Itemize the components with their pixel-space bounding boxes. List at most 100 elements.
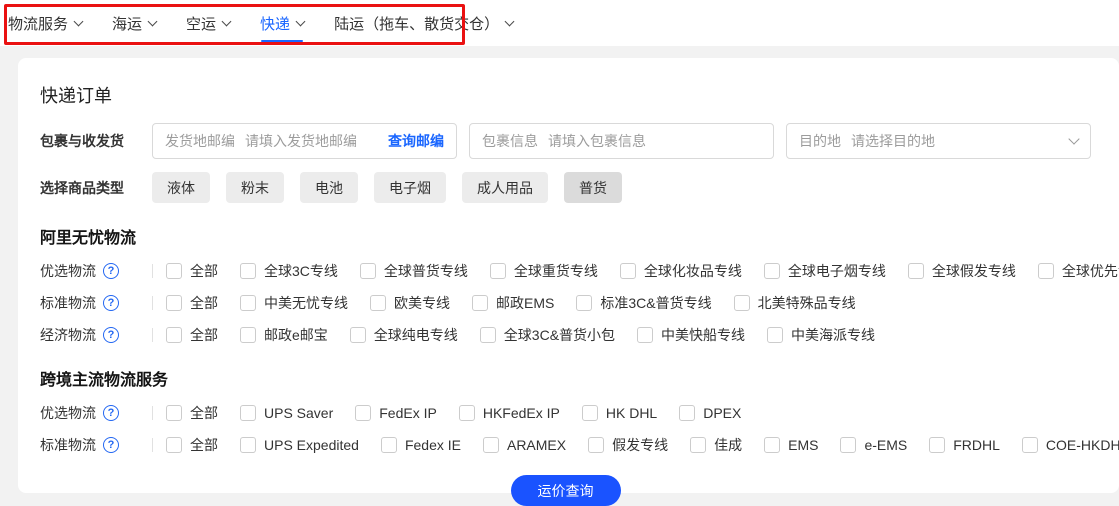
checkbox-item[interactable]: 全部 [166,293,218,313]
checkbox [582,405,598,421]
checkbox-label: 全球3C专线 [264,261,338,281]
logistics-section: 阿里无忧物流 优选物流 ? 全部 全球3C专线 全球普货专线 全球重货专线 全球… [40,224,1091,345]
service-options: 全部 全球3C专线 全球普货专线 全球重货专线 全球化妆品专线 全球电子烟专线 … [166,261,1119,281]
checkbox-item[interactable]: 中美海派专线 [767,325,875,345]
checkbox-label: 北美特殊品专线 [758,293,856,313]
help-icon[interactable]: ? [103,405,119,421]
product-type-button[interactable]: 粉末 [226,172,284,203]
help-icon[interactable]: ? [103,437,119,453]
checkbox-item[interactable]: ARAMEX [483,437,566,453]
divider [152,296,153,310]
checkbox-item[interactable]: UPS Expedited [240,437,359,453]
product-type-button[interactable]: 成人用品 [462,172,548,203]
section-title: 跨境主流物流服务 [40,366,1091,390]
checkbox-item[interactable]: 标准3C&普货专线 [576,293,711,313]
checkbox [576,295,592,311]
service-options: 全部 邮政e邮宝 全球纯电专线 全球3C&普货小包 中美快船专线 中美海派专线 [166,325,875,345]
checkbox-label: UPS Expedited [264,437,359,453]
checkbox-item[interactable]: 北美特殊品专线 [734,293,856,313]
checkbox-item[interactable]: 全部 [166,403,218,423]
checkbox-item[interactable]: 欧美专线 [370,293,450,313]
checkbox-label: 全球普货专线 [384,261,468,281]
checkbox-label: e-EMS [864,437,907,453]
nav-tab[interactable]: 空运 [186,13,230,34]
checkbox-label: 中美无忧专线 [264,293,348,313]
checkbox-item[interactable]: 中美无忧专线 [240,293,348,313]
product-type-button[interactable]: 电子烟 [374,172,446,203]
origin-zip-placeholder: 请填入发货地邮编 [245,131,357,151]
checkbox-item[interactable]: 全球重货专线 [490,261,598,281]
service-options: 全部 UPS Expedited Fedex IE ARAMEX 假发专线 佳成… [166,435,1119,455]
checkbox-item[interactable]: 全球纯电专线 [350,325,458,345]
service-row-head: 标准物流 ? [40,293,152,313]
checkbox-item[interactable]: 全球3C专线 [240,261,338,281]
divider [152,264,153,278]
product-type-button[interactable]: 普货 [564,172,622,203]
checkbox-item[interactable]: 全球假发专线 [908,261,1016,281]
checkbox-item[interactable]: HKFedEx IP [459,405,560,421]
origin-zip-prefix: 发货地邮编 [165,131,235,151]
checkbox-item[interactable]: e-EMS [840,437,907,453]
nav-tab[interactable]: 快递 [260,13,304,34]
service-tier-label: 标准物流 [40,435,96,455]
checkbox-item[interactable]: UPS Saver [240,405,333,421]
checkbox [166,405,182,421]
checkbox-item[interactable]: HK DHL [582,405,657,421]
origin-zip-input[interactable]: 发货地邮编 请填入发货地邮编 查询邮编 [152,123,457,159]
rate-query-button[interactable]: 运价查询 [511,475,621,506]
service-row: 标准物流 ? 全部 UPS Expedited Fedex IE ARAMEX … [40,435,1091,455]
nav-tab[interactable]: 海运 [112,13,156,34]
checkbox-label: 全部 [190,435,218,455]
checkbox-item[interactable]: DPEX [679,405,741,421]
checkbox-item[interactable]: 全球化妆品专线 [620,261,742,281]
checkbox-label: HK DHL [606,405,657,421]
checkbox-item[interactable]: 全球普货专线 [360,261,468,281]
checkbox [240,295,256,311]
section-title: 阿里无忧物流 [40,224,1091,248]
checkbox-label: 全球纯电专线 [374,325,458,345]
checkbox-item[interactable]: Fedex IE [381,437,461,453]
checkbox-label: 全球3C&普货小包 [504,325,615,345]
checkbox-item[interactable]: FedEx IP [355,405,437,421]
service-options: 全部 中美无忧专线 欧美专线 邮政EMS 标准3C&普货专线 北美特殊品专线 [166,293,856,313]
checkbox-label: DPEX [703,405,741,421]
help-icon[interactable]: ? [103,327,119,343]
help-icon[interactable]: ? [103,295,119,311]
checkbox-item[interactable]: 全球3C&普货小包 [480,325,615,345]
checkbox-item[interactable]: 全球优先专线 [1038,261,1119,281]
express-order-panel: 快递订单 包裹与收发货 发货地邮编 请填入发货地邮编 查询邮编 包裹信息 请填入… [18,58,1119,493]
checkbox-item[interactable]: 邮政e邮宝 [240,325,328,345]
checkbox-item[interactable]: COE-HKDHL [1022,437,1119,453]
checkbox-item[interactable]: 佳成 [690,435,742,455]
checkbox-label: FedEx IP [379,405,437,421]
checkbox-label: COE-HKDHL [1046,437,1119,453]
divider [152,406,153,420]
checkbox-item[interactable]: 中美快船专线 [637,325,745,345]
checkbox-label: 全部 [190,325,218,345]
checkbox-label: 全球重货专线 [514,261,598,281]
checkbox-item[interactable]: 全部 [166,261,218,281]
checkbox-label: 标准3C&普货专线 [600,293,711,313]
service-row-head: 优选物流 ? [40,261,152,281]
checkbox-item[interactable]: 全部 [166,435,218,455]
checkbox [767,327,783,343]
checkbox-label: Fedex IE [405,437,461,453]
checkbox-item[interactable]: 全球电子烟专线 [764,261,886,281]
checkbox-item[interactable]: 全部 [166,325,218,345]
checkbox-label: 假发专线 [612,435,668,455]
destination-select[interactable]: 目的地 请选择目的地 [786,123,1091,159]
product-type-list: 液体粉末电池电子烟成人用品普货 [152,172,622,203]
chevron-down-icon [148,16,158,26]
product-type-button[interactable]: 电池 [300,172,358,203]
checkbox-item[interactable]: 假发专线 [588,435,668,455]
nav-tab[interactable]: 陆运（拖车、散货交仓） [334,13,513,34]
help-icon[interactable]: ? [103,263,119,279]
service-row: 优选物流 ? 全部 全球3C专线 全球普货专线 全球重货专线 全球化妆品专线 全… [40,261,1091,281]
product-type-button[interactable]: 液体 [152,172,210,203]
checkbox-item[interactable]: 邮政EMS [472,293,554,313]
nav-tab[interactable]: 物流服务 [8,13,82,34]
checkbox-item[interactable]: EMS [764,437,818,453]
zip-lookup-link[interactable]: 查询邮编 [388,131,444,151]
checkbox-item[interactable]: FRDHL [929,437,1000,453]
package-info-input[interactable]: 包裹信息 请填入包裹信息 [469,123,774,159]
